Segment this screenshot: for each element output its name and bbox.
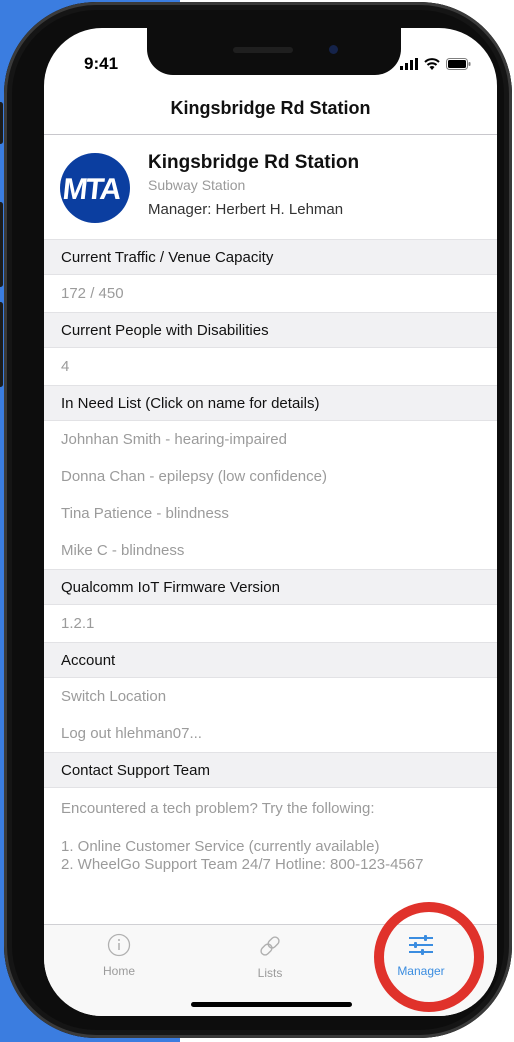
station-manager: Manager: Herbert H. Lehman [148, 201, 344, 218]
traffic-value: 172 / 450 [61, 285, 124, 302]
notch [147, 28, 401, 75]
phone-frame: 9:41 Kingsbridge Rd Station MTA Kingsbri… [0, 2, 512, 1038]
station-type: Subway Station [148, 177, 246, 193]
section-header-disabilities: Current People with Disabilities [44, 312, 497, 348]
firmware-version: 1.2.1 [61, 615, 95, 632]
in-need-item-donna-chan[interactable]: Donna Chan - epilepsy (low confidence) [44, 458, 497, 495]
disabilities-count: 4 [61, 358, 70, 375]
info-icon [107, 933, 131, 957]
home-indicator [191, 1002, 352, 1007]
link-icon [260, 936, 280, 956]
wifi-icon [424, 58, 440, 70]
section-header-account: Account [44, 642, 497, 678]
settings-list: Current Traffic / Venue Capacity 172 / 4… [44, 239, 497, 874]
volume-down-button [0, 302, 3, 387]
mta-logo-text: MTA [61, 173, 122, 206]
section-header-support: Contact Support Team [44, 752, 497, 788]
in-need-item-tina-patience[interactable]: Tina Patience - blindness [44, 495, 497, 532]
battery-icon [446, 58, 471, 70]
tab-lists-label: Lists [257, 966, 283, 980]
cellular-signal-icon [400, 58, 418, 70]
support-option-online[interactable]: 1. Online Customer Service (currently av… [61, 838, 480, 856]
switch-location-button[interactable]: Switch Location [44, 678, 497, 715]
volume-up-button [0, 202, 3, 287]
station-profile: MTA Kingsbridge Rd Station Subway Statio… [44, 135, 497, 239]
status-icons [400, 58, 471, 70]
speaker-grille [233, 47, 293, 53]
section-header-firmware: Qualcomm IoT Firmware Version [44, 569, 497, 605]
nav-title: Kingsbridge Rd Station [170, 98, 371, 118]
section-header-in-need: In Need List (Click on name for details) [44, 385, 497, 421]
status-time: 9:41 [84, 54, 119, 73]
tab-home-label: Home [102, 964, 135, 978]
mute-switch [0, 102, 3, 144]
in-need-item-johnhan-smith[interactable]: Johnhan Smith - hearing-impaired [44, 421, 497, 458]
support-intro: Encountered a tech problem? Try the foll… [61, 800, 375, 817]
section-header-traffic: Current Traffic / Venue Capacity [44, 239, 497, 275]
mta-logo-icon: MTA [60, 153, 130, 223]
highlight-circle [374, 902, 484, 1012]
tab-lists[interactable]: Lists [220, 933, 320, 980]
support-text: Encountered a tech problem? Try the foll… [44, 788, 497, 874]
station-name: Kingsbridge Rd Station [148, 152, 360, 173]
front-camera [329, 45, 338, 54]
tab-home[interactable]: Home [69, 933, 169, 978]
support-option-hotline[interactable]: 2. WheelGo Support Team 24/7 Hotline: 80… [61, 856, 480, 874]
phone-screen: 9:41 Kingsbridge Rd Station MTA Kingsbri… [44, 28, 497, 1016]
in-need-item-mike-c[interactable]: Mike C - blindness [44, 532, 497, 569]
logout-button[interactable]: Log out hlehman07... [44, 715, 497, 752]
